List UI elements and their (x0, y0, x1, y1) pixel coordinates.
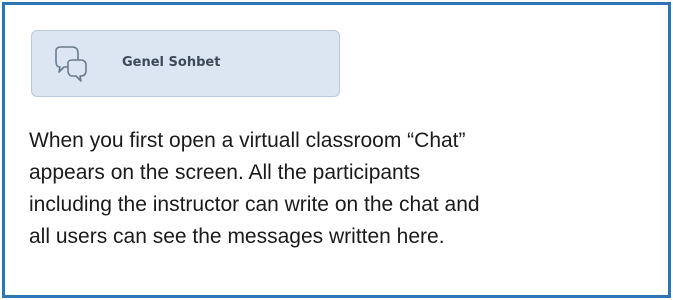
description-line: including the instructor can write on th… (29, 193, 480, 216)
callout-box: Genel Sohbet When you first open a virtu… (2, 2, 671, 298)
chat-bubbles-icon (48, 45, 88, 85)
description-text: When you first open a virtuall classroom… (29, 125, 659, 253)
chat-tab-button[interactable]: Genel Sohbet (31, 30, 340, 97)
description-line: all users can see the messages written h… (29, 225, 445, 248)
description-line: appears on the screen. All the participa… (29, 161, 421, 184)
description-line: When you first open a virtuall classroom… (29, 129, 466, 152)
chat-tab-label: Genel Sohbet (122, 55, 221, 70)
